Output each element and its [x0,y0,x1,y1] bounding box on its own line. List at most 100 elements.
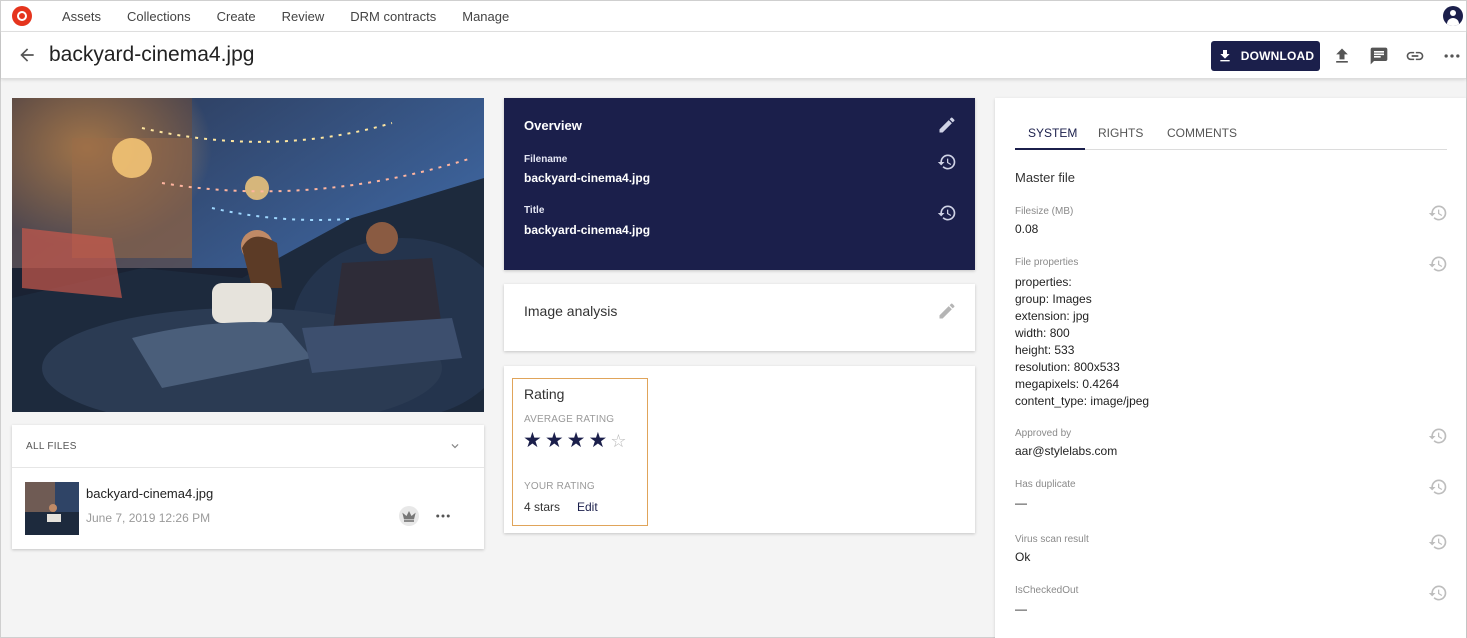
all-files-panel: ALL FILES backyard-cinema4.jpg June 7, 2… [12,425,484,549]
rating-box: Rating AVERAGE RATING ★ ★ ★ ★ ☆ YOUR RATING … [512,378,648,526]
overview-title: Overview [524,118,582,133]
star-empty-icon[interactable]: ☆ [610,430,626,452]
file-date: June 7, 2019 12:26 PM [86,511,211,525]
edit-rating-link[interactable]: Edit [577,500,598,514]
your-rating-label: YOUR RATING [524,481,595,492]
image-analysis-card: Image analysis [504,284,975,351]
is-checked-out-label: IsCheckedOut [1015,585,1079,596]
overview-card: Overview Filename backyard-cinema4.jpg T… [504,98,975,270]
approved-by-label: Approved by [1015,428,1072,439]
rating-title: Rating [524,386,565,402]
property-row: megapixels: 0.4264 [1015,376,1149,393]
upload-icon[interactable] [1332,46,1352,66]
comment-icon[interactable] [1369,46,1389,66]
average-rating-label: AVERAGE RATING [524,414,615,425]
property-row: resolution: 800x533 [1015,359,1149,376]
star-filled-icon[interactable]: ★ [545,430,564,452]
property-key: height: [1015,343,1052,357]
property-key: width: [1015,326,1047,340]
is-checked-out-value: — [1015,602,1027,616]
nav-manage[interactable]: Manage [462,9,509,24]
average-rating-stars: ★ ★ ★ ★ ☆ [523,430,626,452]
has-duplicate-value: — [1015,496,1027,510]
property-row: content_type: image/jpeg [1015,393,1149,410]
virus-scan-label: Virus scan result [1015,534,1089,545]
filesize-label: Filesize (MB) [1015,206,1074,217]
title-value: backyard-cinema4.jpg [524,223,651,237]
file-more-options-icon[interactable] [433,507,453,525]
property-value: Images [1049,292,1092,306]
property-row: extension: jpg [1015,308,1149,325]
nav-create[interactable]: Create [217,9,256,24]
chevron-down-icon[interactable] [448,439,462,453]
download-icon [1220,50,1230,62]
property-key: group: [1015,292,1050,306]
star-filled-icon[interactable]: ★ [588,430,607,452]
property-key: properties: [1015,275,1072,289]
more-options-icon[interactable] [1442,46,1462,66]
all-files-title: ALL FILES [26,441,77,452]
property-value: jpg [1069,309,1090,323]
history-icon[interactable] [1428,477,1448,497]
has-duplicate-label: Has duplicate [1015,479,1076,490]
backyard-cinema-photo [12,98,484,412]
nav-collections[interactable]: Collections [127,9,191,24]
details-tabs: SYSTEM RIGHTS COMMENTS [1015,124,1447,150]
nav-drm-contracts[interactable]: DRM contracts [350,9,436,24]
active-tab-indicator [1015,148,1085,150]
history-icon[interactable] [937,203,957,223]
property-value: 800x533 [1070,360,1120,374]
property-key: resolution: [1015,360,1071,374]
page-title: backyard-cinema4.jpg [49,43,255,66]
title-label: Title [524,205,545,216]
star-filled-icon[interactable]: ★ [523,430,542,452]
history-icon[interactable] [1428,203,1448,223]
user-avatar[interactable] [1443,6,1463,26]
property-key: extension: [1015,309,1070,323]
edit-pencil-icon[interactable] [937,301,957,321]
asset-image-preview[interactable] [12,98,484,412]
edit-pencil-icon[interactable] [937,115,957,135]
property-row: properties: [1015,274,1149,291]
rating-card: Rating AVERAGE RATING ★ ★ ★ ★ ☆ YOUR RATING … [504,366,975,533]
property-value: 533 [1051,343,1075,357]
filename-label: Filename [524,154,568,165]
tab-rights[interactable]: RIGHTS [1098,126,1143,140]
virus-scan-value: Ok [1015,550,1031,564]
top-navigation: Assets Collections Create Review DRM con… [1,1,1466,32]
history-icon[interactable] [1428,254,1448,274]
your-rating-value: 4 stars [524,500,561,514]
property-value: image/jpeg [1087,394,1150,408]
property-key: content_type: [1015,394,1088,408]
crown-icon[interactable] [399,506,419,526]
file-thumbnail[interactable] [25,482,79,535]
nav-review[interactable]: Review [282,9,325,24]
star-filled-icon[interactable]: ★ [567,430,586,452]
nav-assets[interactable]: Assets [62,9,101,24]
tab-system[interactable]: SYSTEM [1028,126,1077,140]
back-arrow-icon[interactable] [17,45,37,65]
property-value: 800 [1046,326,1070,340]
history-icon[interactable] [1428,583,1448,603]
property-row: width: 800 [1015,325,1149,342]
history-icon[interactable] [1428,426,1448,446]
app-logo[interactable] [12,6,32,26]
details-panel: SYSTEM RIGHTS COMMENTS Master file Files… [995,98,1466,638]
all-files-header[interactable]: ALL FILES [12,425,484,468]
filesize-value: 0.08 [1015,222,1039,236]
link-icon[interactable] [1405,46,1425,66]
tab-comments[interactable]: COMMENTS [1167,126,1237,140]
file-name[interactable]: backyard-cinema4.jpg [86,486,213,501]
approved-by-value: aar@stylelabs.com [1015,444,1118,458]
image-analysis-title: Image analysis [524,303,618,319]
property-row: height: 533 [1015,342,1149,359]
download-button[interactable]: DOWNLOAD [1211,41,1320,71]
file-properties-label: File properties [1015,257,1079,268]
master-file-title: Master file [1015,170,1075,185]
history-icon[interactable] [937,152,957,172]
property-row: group: Images [1015,291,1149,308]
property-key: megapixels: [1015,377,1080,391]
property-value: 0.4264 [1079,377,1120,391]
history-icon[interactable] [1428,532,1448,552]
download-label: DOWNLOAD [1240,49,1315,63]
